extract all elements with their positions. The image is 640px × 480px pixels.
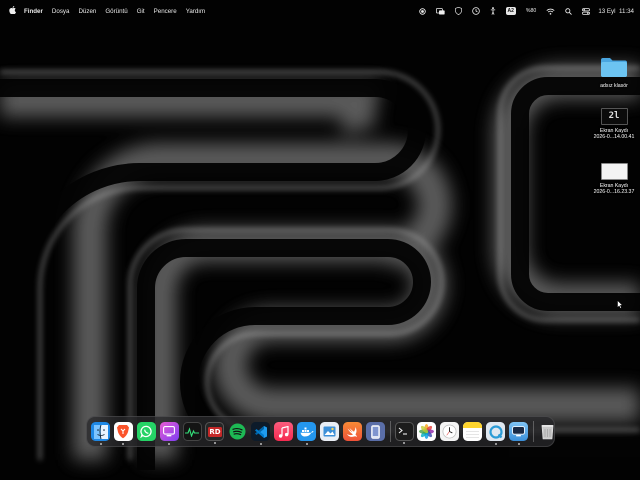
running-indicator bbox=[494, 443, 497, 445]
docker-icon bbox=[300, 427, 314, 437]
dock-whatsapp[interactable] bbox=[136, 422, 156, 441]
menu-edit[interactable]: Düzen bbox=[78, 8, 96, 15]
dock-terminal[interactable] bbox=[394, 422, 414, 444]
screen-sharing-icon bbox=[512, 426, 525, 437]
brave-icon bbox=[116, 424, 130, 439]
file-date: 2026-0...16.23.37 bbox=[593, 189, 635, 196]
menu-time: 11:34 bbox=[618, 7, 634, 15]
dock-spotify[interactable] bbox=[228, 422, 247, 441]
folder-icon bbox=[588, 56, 640, 80]
menu-date: 13 Eyl bbox=[598, 7, 616, 15]
dock-preview[interactable] bbox=[319, 422, 339, 441]
menu-bar-left: Finder Dosya Düzen Görüntü Git Pencere Y… bbox=[8, 6, 214, 16]
dock-finder[interactable] bbox=[91, 422, 110, 445]
apple-icon[interactable] bbox=[8, 6, 16, 16]
menu-app-name[interactable]: Finder bbox=[24, 8, 43, 15]
menu-bar: Finder Dosya Düzen Görüntü Git Pencere Y… bbox=[0, 0, 640, 22]
recording-thumbnail-icon: 2l bbox=[600, 108, 628, 125]
trash-icon bbox=[541, 424, 554, 440]
dock-rd-client[interactable]: RD bbox=[205, 422, 225, 444]
running-indicator bbox=[99, 443, 102, 445]
dock-brave[interactable] bbox=[113, 422, 133, 445]
clock-icon[interactable] bbox=[471, 7, 480, 15]
running-indicator bbox=[259, 443, 262, 445]
clock-app-icon bbox=[442, 424, 457, 439]
menu-file[interactable]: Dosya bbox=[52, 8, 70, 15]
running-indicator bbox=[517, 443, 520, 445]
music-icon bbox=[278, 425, 289, 438]
dock-quicktime[interactable] bbox=[486, 422, 506, 445]
desktop-folder[interactable]: adsız klasör bbox=[588, 56, 640, 90]
dock-activity-monitor[interactable] bbox=[182, 422, 202, 441]
file-date: 2026-0...14.00.41 bbox=[593, 134, 635, 141]
desktop-file-recording-1[interactable]: 2l Ekran Kaydı 2026-0...14.00.41 bbox=[588, 108, 640, 141]
dock: RD bbox=[86, 416, 555, 447]
spotify-icon bbox=[229, 423, 246, 440]
activity-monitor-icon bbox=[185, 426, 200, 437]
notes-icon bbox=[463, 422, 483, 441]
quicktime-icon bbox=[489, 424, 503, 439]
menu-clock[interactable]: 13 Eyl 11:34 bbox=[598, 8, 634, 15]
control-center-icon[interactable] bbox=[582, 7, 591, 15]
menu-help[interactable]: Yardım bbox=[186, 8, 205, 15]
swift-icon bbox=[346, 426, 358, 438]
shield-icon[interactable] bbox=[454, 7, 462, 15]
vscode-icon bbox=[254, 425, 268, 439]
menu-view[interactable]: Görüntü bbox=[105, 8, 127, 15]
dock-simulator[interactable] bbox=[365, 422, 385, 441]
menu-bar-right: A2 %80 13 Eyl 11:34 bbox=[409, 7, 634, 15]
running-indicator bbox=[305, 443, 308, 445]
dock-clock[interactable] bbox=[440, 422, 460, 441]
screen-studio-icon bbox=[163, 426, 176, 437]
dock-swift[interactable] bbox=[342, 422, 362, 441]
dock-docker[interactable] bbox=[297, 422, 317, 445]
whatsapp-icon bbox=[140, 425, 153, 438]
file-label: Ekran Kaydı 2026-0...14.00.41 bbox=[588, 128, 640, 141]
photos-icon bbox=[419, 424, 435, 439]
mouse-cursor-icon bbox=[617, 296, 624, 314]
running-indicator bbox=[403, 442, 406, 444]
rd-client-icon: RD bbox=[207, 426, 223, 437]
desktop-wallpaper bbox=[0, 0, 640, 480]
wifi-icon[interactable] bbox=[546, 8, 555, 15]
simulator-icon bbox=[370, 424, 380, 439]
keyboard-input-badge[interactable]: A2 bbox=[505, 7, 516, 15]
folder-label: adsız klasör bbox=[600, 83, 628, 90]
dock-music[interactable] bbox=[274, 422, 294, 441]
running-indicator bbox=[168, 443, 171, 445]
dock-notes[interactable] bbox=[463, 422, 483, 441]
figure-icon[interactable] bbox=[490, 7, 496, 15]
dock-trash[interactable] bbox=[538, 422, 557, 441]
dock-vscode[interactable] bbox=[251, 422, 271, 445]
record-icon[interactable] bbox=[418, 7, 426, 15]
menu-go[interactable]: Git bbox=[137, 8, 145, 15]
desktop-file-recording-2[interactable]: Ekran Kaydı 2026-0...16.23.37 bbox=[588, 163, 640, 196]
file-label: Ekran Kaydı 2026-0...16.23.37 bbox=[588, 183, 640, 196]
network-speed[interactable]: %80 bbox=[526, 8, 536, 14]
recording-thumbnail-icon bbox=[600, 163, 628, 180]
screen-mirror-icon[interactable] bbox=[435, 7, 445, 15]
finder-icon bbox=[93, 424, 108, 439]
running-indicator bbox=[122, 443, 125, 445]
menu-window[interactable]: Pencere bbox=[154, 8, 177, 15]
dock-photos[interactable] bbox=[417, 422, 437, 441]
dock-screen-sharing[interactable] bbox=[509, 422, 529, 445]
running-indicator bbox=[213, 442, 216, 444]
search-icon[interactable] bbox=[565, 7, 573, 15]
preview-icon bbox=[323, 426, 336, 437]
thumbnail-text: 2l bbox=[608, 111, 620, 122]
dock-separator bbox=[389, 421, 391, 442]
dock-separator bbox=[532, 421, 534, 442]
dock-screen-studio[interactable] bbox=[159, 422, 179, 445]
terminal-icon bbox=[398, 427, 410, 436]
